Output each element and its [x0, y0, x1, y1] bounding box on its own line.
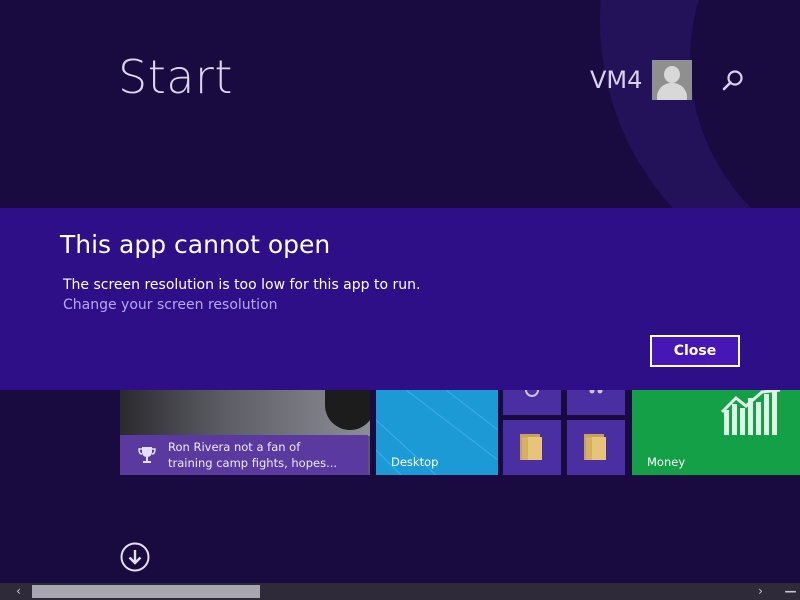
circle-icon — [525, 390, 539, 397]
tile-money[interactable]: Money — [632, 390, 800, 475]
down-arrow-circle-icon[interactable] — [120, 542, 150, 572]
search-icon[interactable] — [720, 68, 746, 94]
tile-news[interactable]: Ron Rivera not a fan of training camp fi… — [120, 390, 370, 475]
folder-icon — [520, 434, 542, 460]
tile-small-1[interactable] — [503, 390, 561, 415]
network-icon — [589, 390, 603, 394]
tile-desktop-label: Desktop — [391, 455, 439, 469]
chevron-left-icon[interactable]: ‹ — [10, 583, 27, 600]
dialog-title: This app cannot open — [60, 230, 331, 259]
tile-desktop[interactable]: Desktop — [376, 390, 498, 475]
user-account[interactable]: VM4 — [590, 60, 693, 100]
news-headline-line1: Ron Rivera not a fan of — [168, 440, 301, 454]
start-screen: Start VM4 Ron Rivera not a fan of traini — [0, 0, 800, 600]
close-button[interactable]: Close — [650, 335, 740, 367]
chevron-right-icon[interactable]: › — [752, 583, 769, 600]
tile-money-label: Money — [647, 455, 686, 469]
page-title: Start — [118, 50, 233, 104]
news-headline: Ron Rivera not a fan of training camp fi… — [168, 439, 337, 471]
news-headline-line2: training camp fights, hopes... — [168, 456, 338, 470]
trophy-icon — [138, 447, 156, 463]
horizontal-scrollbar[interactable]: ‹ › — — [0, 583, 800, 600]
tile-file-explorer-2[interactable] — [567, 420, 625, 475]
minus-icon[interactable]: — — [782, 583, 799, 600]
user-name: VM4 — [590, 66, 643, 94]
change-resolution-link[interactable]: Change your screen resolution — [63, 297, 277, 313]
dialog-message: The screen resolution is too low for thi… — [63, 277, 421, 293]
tile-small-2[interactable] — [567, 390, 625, 415]
news-caption: Ron Rivera not a fan of training camp fi… — [120, 435, 368, 475]
error-dialog: This app cannot open The screen resoluti… — [0, 208, 800, 390]
folder-icon — [584, 434, 606, 460]
user-avatar-icon[interactable] — [652, 60, 693, 100]
tile-file-explorer-1[interactable] — [503, 420, 561, 475]
scrollbar-thumb[interactable] — [32, 585, 260, 598]
